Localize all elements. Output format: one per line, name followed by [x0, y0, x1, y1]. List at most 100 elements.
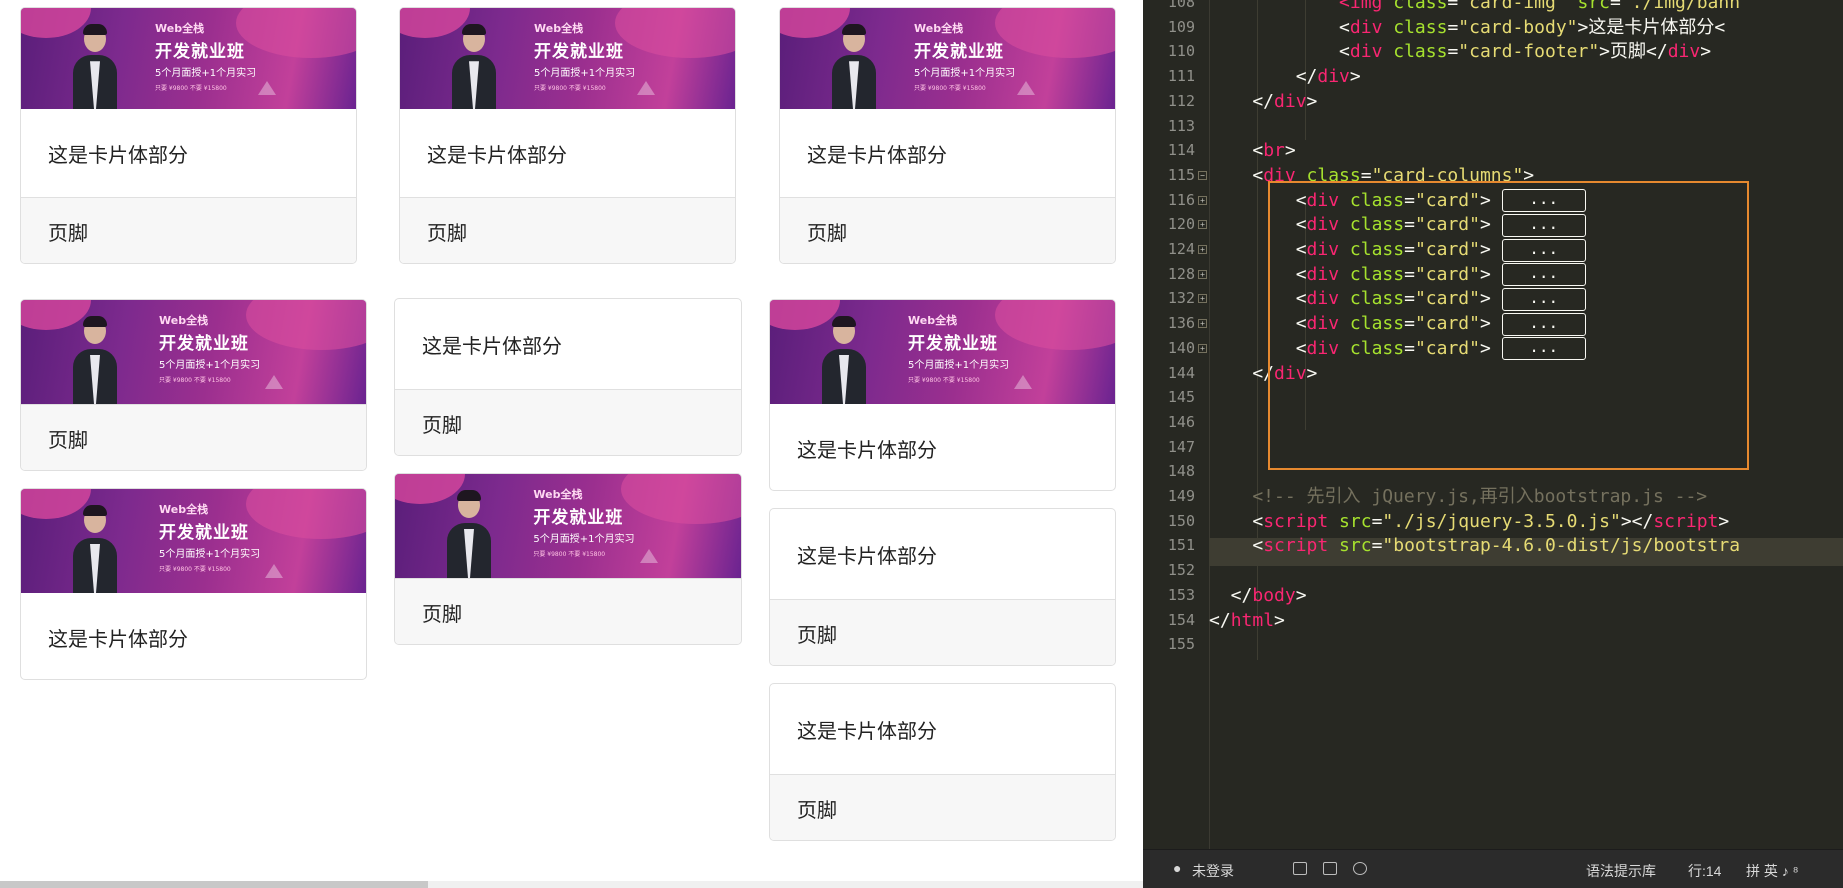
- banner-subline: 5个月面授+1个月实习: [914, 68, 1016, 80]
- banner-subline: 5个月面授+1个月实习: [534, 68, 636, 80]
- banner-text: Web全栈开发就业班 5个月面授+1个月实习只要 ¥9800 不要 ¥15800: [159, 312, 260, 384]
- card: Web全栈 开发就业班 5个月面授+1个月实习 只要 ¥9800 不要 ¥15800 …: [769, 299, 1116, 491]
- banner-text: Web全栈开发就业班 5个月面授+1个月实习只要 ¥9800 不要 ¥15800: [914, 20, 1015, 92]
- horizontal-scrollbar[interactable]: [0, 881, 1143, 888]
- banner-price: 只要 ¥9800 不要 ¥15800: [914, 85, 986, 93]
- card-image: Web全栈开发就业班 5个月面授+1个月实习只要 ¥9800 不要 ¥15800: [780, 8, 1115, 109]
- code-line[interactable]: </html>: [1209, 606, 1285, 635]
- line-number: 115: [1167, 165, 1195, 184]
- card-image: Web全栈 开发就业班 5个月面授+1个月实习 只要 ¥9800 不要 ¥15800: [400, 8, 735, 109]
- expand-fold-icon[interactable]: +: [1198, 220, 1207, 230]
- banner-brand: Web全栈: [155, 22, 205, 36]
- line-number: 136: [1167, 314, 1195, 333]
- line-number: 154: [1167, 610, 1195, 629]
- card: Web全栈 开发就业班 5个月面授+1个月实习 只要 ¥9800 不要 ¥15800 …: [20, 488, 367, 680]
- card-footer: 页脚: [780, 197, 1115, 263]
- banner-brand: Web全栈: [534, 22, 584, 36]
- banner-headline: 开发就业班: [533, 508, 624, 529]
- line-number: 155: [1167, 635, 1195, 654]
- card-footer: 页脚: [400, 197, 735, 263]
- card-body: 这是卡片体部分: [797, 543, 937, 568]
- instructor-photo: [73, 315, 117, 404]
- banner-subline: 5个月面授+1个月实习: [159, 360, 261, 372]
- expand-fold-icon[interactable]: +: [1198, 294, 1207, 304]
- expand-fold-icon[interactable]: +: [1198, 343, 1207, 353]
- terminal-icon[interactable]: [1323, 862, 1337, 875]
- card-body: 这是卡片体部分: [427, 142, 567, 167]
- collapse-fold-icon[interactable]: −: [1198, 170, 1207, 180]
- scrollbar-thumb[interactable]: [0, 881, 428, 888]
- card-image: Web全栈开发就业班 5个月面授+1个月实习只要 ¥9800 不要 ¥15800: [21, 300, 366, 404]
- line-number-gutter: 108 109 110 111 112 113 114 115−116 +120 +124 +128…: [1143, 0, 1209, 850]
- card: 这是卡片体部分 页脚: [394, 298, 742, 456]
- banner-brand: Web全栈: [159, 503, 209, 517]
- card-body: 这是卡片体部分: [807, 142, 947, 167]
- card-footer: 页脚: [395, 389, 741, 455]
- card-footer: 页脚: [21, 197, 356, 263]
- card: Web全栈 开发就业班 5个月面授+1个月实习 只要 ¥9800 不要 ¥15800 …: [399, 7, 736, 264]
- banner-subline: 5个月面授+1个月实习: [155, 68, 257, 80]
- line-number: 148: [1167, 462, 1195, 481]
- line-number: 150: [1167, 511, 1195, 530]
- banner-price: 只要 ¥9800 不要 ¥15800: [534, 85, 606, 93]
- instructor-photo: [73, 22, 117, 109]
- expand-fold-icon[interactable]: +: [1198, 245, 1207, 254]
- banner-headline: 开发就业班: [908, 334, 998, 355]
- syntax-hint[interactable]: 语法提示库: [1586, 861, 1656, 881]
- card: 这是卡片体部分 页脚: [769, 508, 1116, 666]
- card-footer: 页脚: [395, 578, 741, 644]
- banner-headline: 开发就业班: [159, 334, 249, 355]
- card-body: 这是卡片体部分: [797, 718, 937, 743]
- banner-headline: 开发就业班: [914, 42, 1004, 63]
- banner-price: 只要 ¥9800 不要 ¥15800: [159, 566, 231, 574]
- banner-subline: 5个月面授+1个月实习: [533, 534, 635, 546]
- instructor-photo: [822, 315, 866, 404]
- banner-price: 只要 ¥9800 不要 ¥15800: [908, 377, 980, 385]
- card-footer: 页脚: [21, 404, 366, 470]
- line-number: 132: [1167, 289, 1195, 308]
- line-number: 108: [1167, 0, 1195, 11]
- cursor-position[interactable]: 行:14: [1688, 861, 1721, 881]
- banner-price: 只要 ¥9800 不要 ¥15800: [159, 377, 231, 385]
- expand-fold-icon[interactable]: +: [1198, 319, 1207, 329]
- card-body: 这是卡片体部分: [48, 626, 188, 651]
- card-image: Web全栈 开发就业班 5个月面授+1个月实习 只要 ¥9800 不要 ¥15800: [770, 300, 1115, 404]
- line-number: 116: [1167, 190, 1195, 209]
- ime-indicator[interactable]: 拼 英 ♪ ⁸: [1746, 861, 1799, 881]
- code-editor[interactable]: 108 109 110 111 112 113 114 115−116 +120 +124 +128…: [1143, 0, 1843, 888]
- banner-text: Web全栈 开发就业班 5个月面授+1个月实习 只要 ¥9800 不要 ¥15800: [533, 486, 634, 558]
- browser-preview: Web全栈 开发就业班 5个月面授+1个月实习 只要 ¥9800 不要 ¥15800 …: [0, 0, 1143, 888]
- banner-text: Web全栈 开发就业班 5个月面授+1个月实习 只要 ¥9800 不要 ¥15800: [908, 312, 1009, 384]
- banner-brand: Web全栈: [914, 22, 964, 36]
- card-image: Web全栈 开发就业班 5个月面授+1个月实习 只要 ¥9800 不要 ¥15800: [21, 489, 366, 593]
- card-image: Web全栈 开发就业班 5个月面授+1个月实习 只要 ¥9800 不要 ¥15800: [21, 8, 356, 109]
- code-line[interactable]: </div>: [1209, 87, 1317, 116]
- card: Web全栈 开发就业班 5个月面授+1个月实习 只要 ¥9800 不要 ¥15800 …: [20, 7, 357, 264]
- card: Web全栈 开发就业班 5个月面授+1个月实习 只要 ¥9800 不要 ¥15800 …: [20, 299, 367, 471]
- banner-text: Web全栈 开发就业班 5个月面授+1个月实习 只要 ¥9800 不要 ¥15800: [159, 501, 260, 573]
- expand-fold-icon[interactable]: +: [1198, 269, 1207, 279]
- line-number: 144: [1167, 363, 1195, 382]
- line-number: 112: [1167, 91, 1195, 110]
- line-number: 146: [1167, 412, 1195, 431]
- list-icon[interactable]: [1293, 862, 1307, 875]
- card-footer: 页脚: [770, 774, 1115, 840]
- code-line[interactable]: <script src="bootstrap-4.6.0-dist/js/boo…: [1209, 531, 1740, 560]
- login-status[interactable]: 未登录: [1192, 861, 1234, 881]
- instructor-photo: [832, 22, 876, 109]
- status-bar: ● 未登录 语法提示库 行:14 拼 英 ♪ ⁸: [1143, 849, 1843, 888]
- card-footer: 页脚: [770, 599, 1115, 665]
- expand-fold-icon[interactable]: +: [1198, 195, 1207, 205]
- card: Web全栈 开发就业班 5个月面授+1个月实习 只要 ¥9800 不要 ¥15800 …: [779, 7, 1116, 264]
- line-number: 152: [1167, 561, 1195, 580]
- line-number: 124: [1167, 240, 1195, 258]
- banner-brand: Web全栈: [159, 314, 209, 328]
- user-icon[interactable]: ●: [1173, 860, 1181, 876]
- banner-price: 只要 ¥9800 不要 ¥15800: [533, 551, 606, 559]
- globe-icon[interactable]: [1353, 862, 1367, 875]
- card-image: Web全栈 开发就业班 5个月面授+1个月实习 只要 ¥9800 不要 ¥15800: [395, 474, 741, 578]
- card: 这是卡片体部分 页脚: [769, 683, 1116, 841]
- line-number: 109: [1167, 17, 1195, 36]
- line-number: 111: [1167, 67, 1195, 86]
- card-body: 这是卡片体部分: [48, 142, 188, 167]
